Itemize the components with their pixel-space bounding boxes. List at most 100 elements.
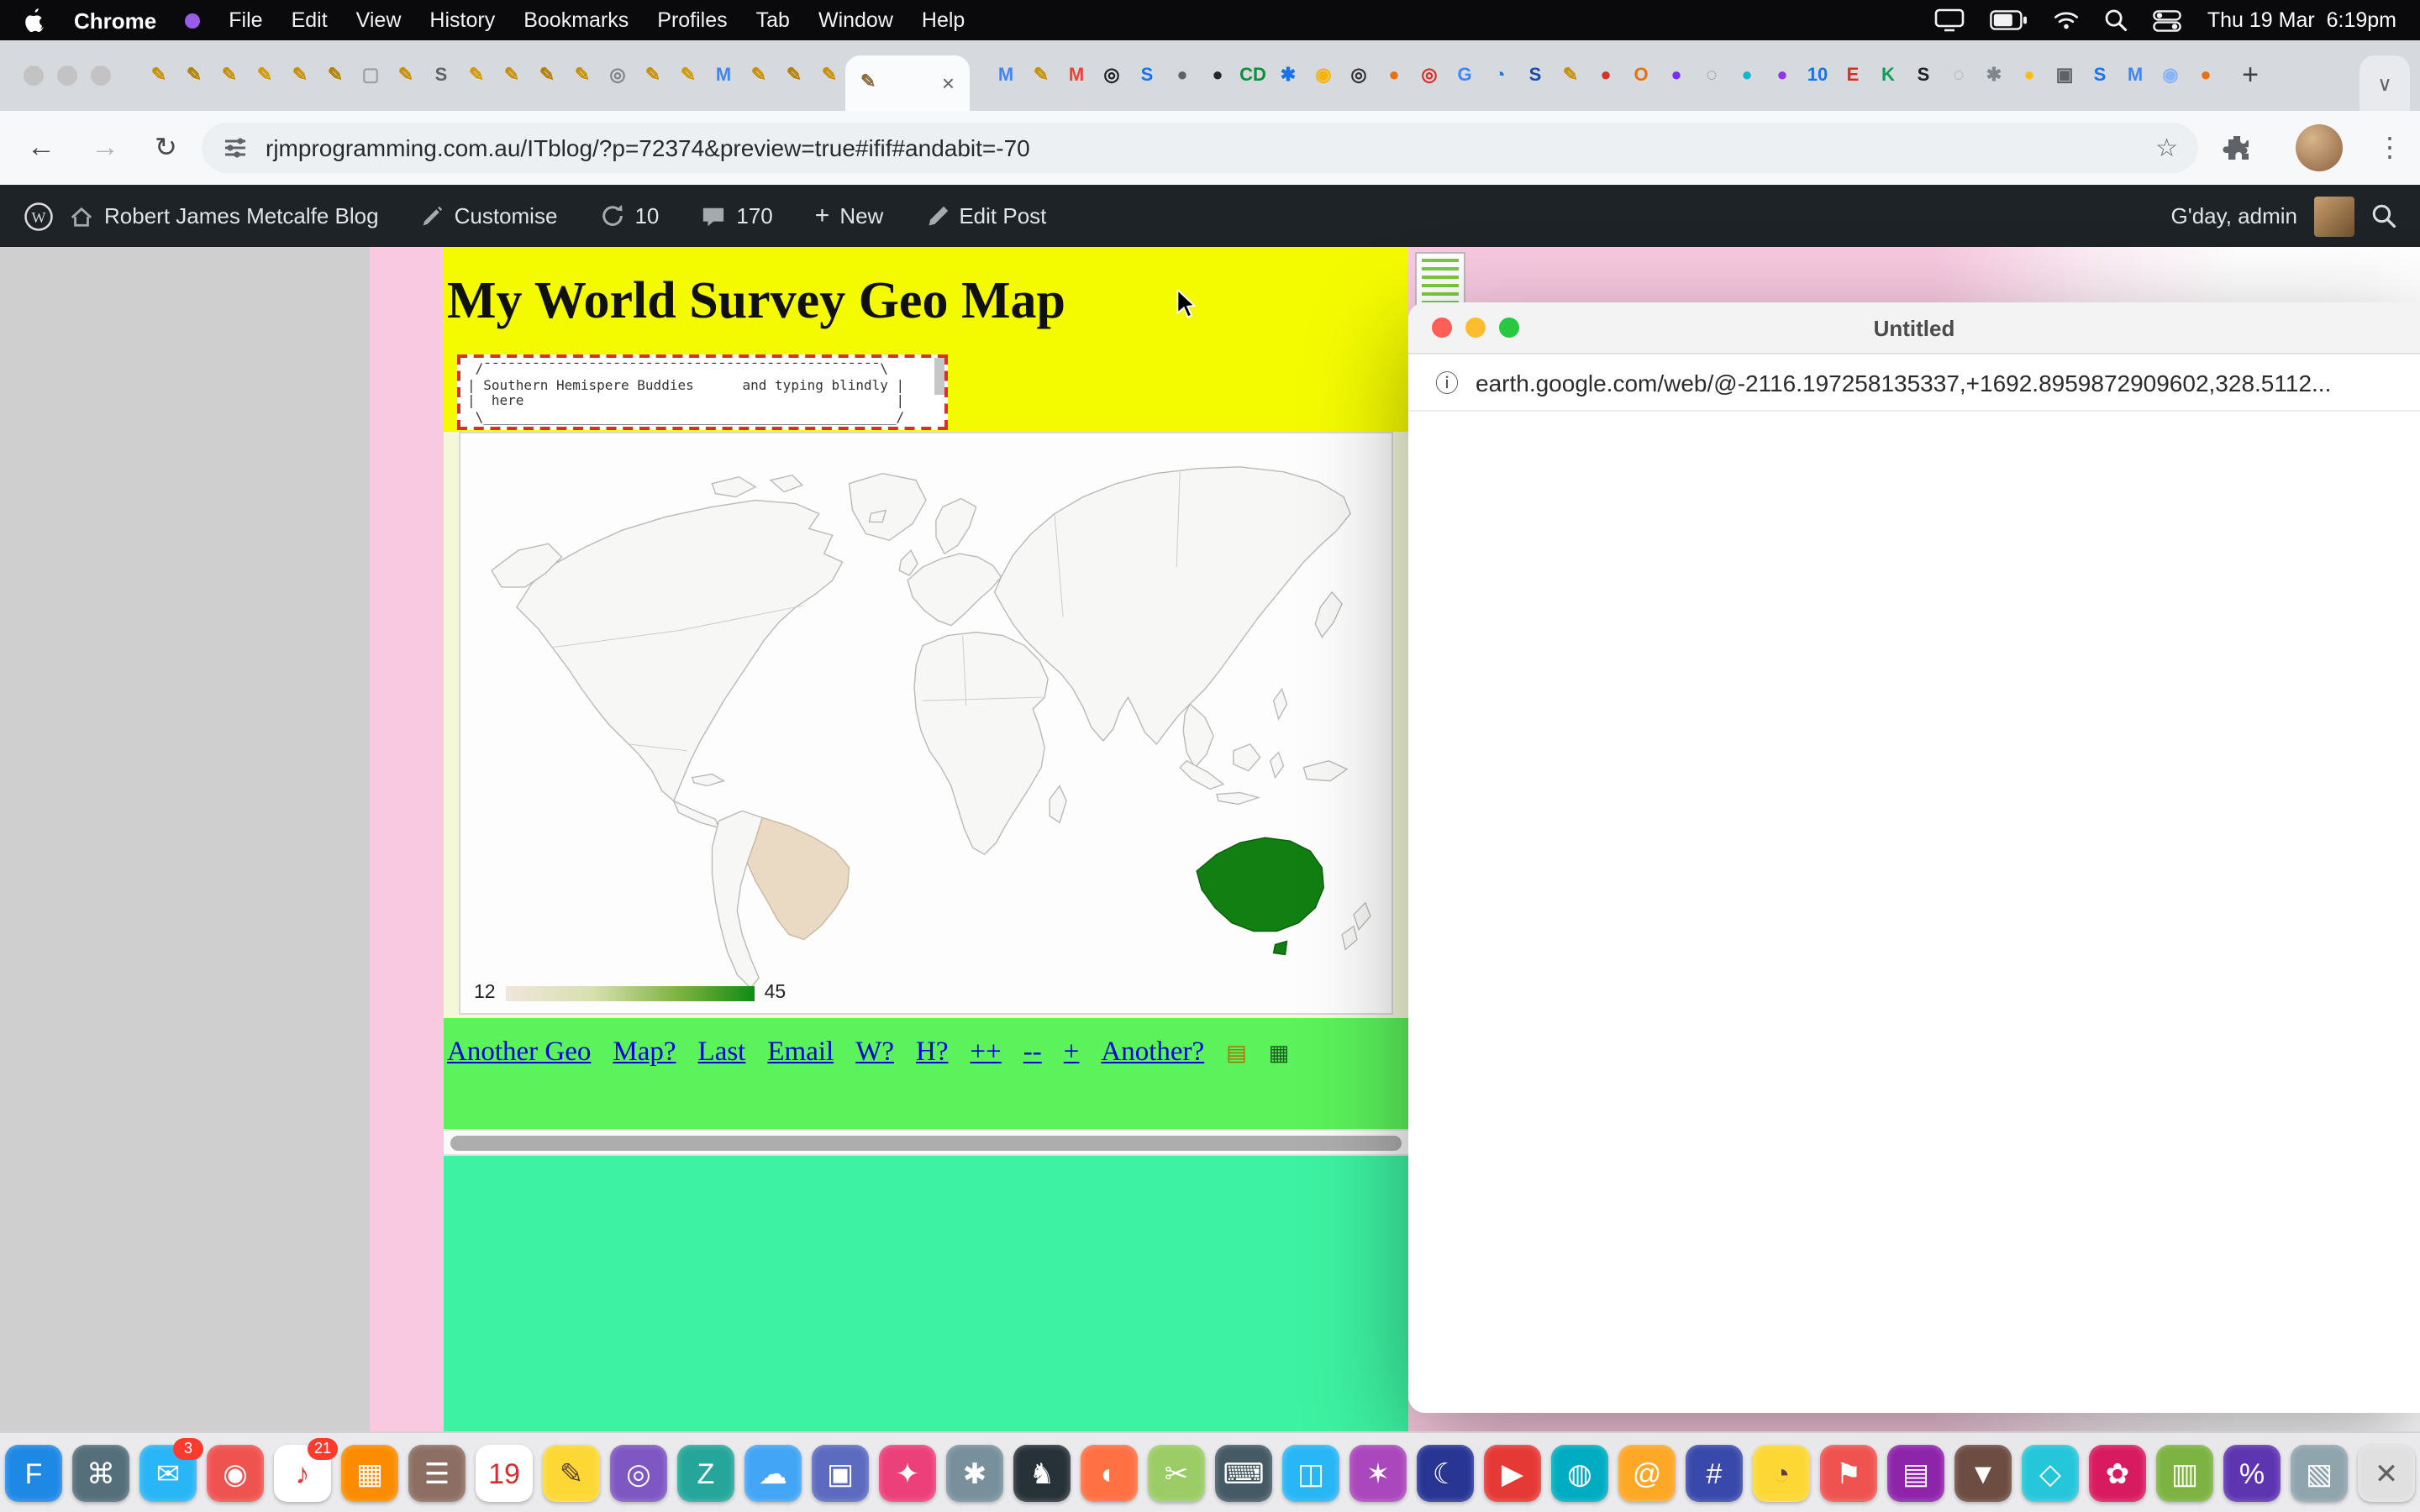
dock-icon[interactable]: ◎	[610, 1445, 667, 1502]
browser-tab[interactable]: M	[988, 40, 1023, 111]
browser-tab[interactable]: S	[2082, 40, 2118, 111]
browser-tab[interactable]: ✎	[776, 40, 812, 111]
region-brazil[interactable]	[747, 817, 849, 939]
link-icon[interactable]: ▦	[1269, 1041, 1290, 1063]
dock-icon[interactable]: ⌘	[72, 1445, 129, 1502]
bookmark-star-icon[interactable]: ☆	[2155, 133, 2178, 163]
browser-tab[interactable]: K	[1870, 40, 1906, 111]
content-link[interactable]: Email	[767, 1035, 834, 1068]
wp-new-link[interactable]: + New	[815, 202, 884, 230]
browser-tab[interactable]: S	[1518, 40, 1553, 111]
region-africa[interactable]	[914, 633, 1048, 854]
wp-search-icon[interactable]	[2371, 203, 2396, 228]
dock-icon[interactable]: ✦	[879, 1445, 936, 1502]
display-icon[interactable]	[1935, 8, 1965, 32]
region-australia[interactable]	[1197, 837, 1323, 931]
browser-tab[interactable]: ✎	[318, 40, 353, 111]
window-minimize-button[interactable]	[57, 66, 77, 86]
browser-tab[interactable]: ◔	[1482, 40, 1518, 111]
browser-tab[interactable]: M	[1059, 40, 1094, 111]
browser-tab[interactable]: ●	[2012, 40, 2047, 111]
dock-icon[interactable]: ♪ 21	[274, 1445, 331, 1502]
back-button[interactable]: ←	[27, 111, 55, 185]
browser-tab[interactable]: ✱	[1270, 40, 1306, 111]
browser-tab[interactable]: ●	[1200, 40, 1235, 111]
dock-icon[interactable]: ◇	[2022, 1445, 2079, 1502]
site-info-icon[interactable]	[222, 134, 249, 161]
dock-icon[interactable]: ▼	[1954, 1445, 2012, 1502]
wp-customise-link[interactable]: Customise	[421, 203, 558, 228]
browser-tab[interactable]: ✎	[247, 40, 282, 111]
browser-tab[interactable]: ◌	[1941, 40, 1976, 111]
dock-icon[interactable]: ✕	[2358, 1445, 2415, 1502]
browser-tab[interactable]: ●	[1588, 40, 1623, 111]
active-tab[interactable]: ✎ ×	[845, 55, 970, 111]
dock-icon[interactable]: ◫	[1282, 1445, 1339, 1502]
browser-tab[interactable]: ✎	[176, 40, 212, 111]
browser-tab[interactable]: ●	[2188, 40, 2223, 111]
dock-icon[interactable]: ◍	[1551, 1445, 1608, 1502]
region-europe[interactable]	[908, 554, 1001, 626]
content-link[interactable]: W?	[855, 1035, 894, 1068]
address-bar[interactable]: rjmprogramming.com.au/ITblog/?p=72374&pr…	[202, 123, 2198, 173]
wp-site-name[interactable]: Robert James Metcalfe Blog	[69, 203, 379, 228]
dock-icon[interactable]: ▥	[2156, 1445, 2213, 1502]
untitled-window-urlbar[interactable]: ⓘ earth.google.com/web/@-2116.1972581353…	[1408, 354, 2420, 412]
window-close-button[interactable]	[1432, 318, 1452, 338]
browser-tab[interactable]: ◎	[600, 40, 635, 111]
browser-tab[interactable]: ✎	[741, 40, 776, 111]
dock-icon[interactable]: ✂	[1148, 1445, 1205, 1502]
browser-tab[interactable]: ✎	[212, 40, 247, 111]
dock-icon[interactable]: ▦	[341, 1445, 398, 1502]
menubar-menu[interactable]: Profiles	[657, 8, 727, 32]
menubar-app-name[interactable]: Chrome	[74, 8, 156, 33]
browser-tab[interactable]: ✎	[529, 40, 565, 111]
admin-avatar[interactable]	[2314, 196, 2354, 236]
browser-tab[interactable]: ●	[1376, 40, 1412, 111]
browser-tab[interactable]: 10	[1800, 40, 1835, 111]
menubar-menu[interactable]: Help	[922, 8, 965, 32]
region-greenland[interactable]	[850, 474, 926, 541]
content-link[interactable]: Map?	[613, 1035, 676, 1068]
dock-icon[interactable]: ◉	[207, 1445, 264, 1502]
new-tab-button[interactable]: +	[2232, 40, 2269, 111]
dock-icon[interactable]: Z	[677, 1445, 734, 1502]
dock-icon[interactable]: #	[1686, 1445, 1743, 1502]
horizontal-scrollbar-track[interactable]	[444, 1129, 1408, 1156]
untitled-window-url[interactable]: earth.google.com/web/@-2116.197258135337…	[1476, 369, 2331, 396]
browser-tab[interactable]: O	[1623, 40, 1659, 111]
dock-icon[interactable]: ☾	[1417, 1445, 1474, 1502]
spotlight-search-icon[interactable]	[2105, 8, 2128, 32]
url-text[interactable]: rjmprogramming.com.au/ITblog/?p=72374&pr…	[266, 134, 1030, 161]
browser-tab[interactable]: ◉	[2153, 40, 2188, 111]
menubar-menu[interactable]: View	[356, 8, 402, 32]
tab-search-chevron-icon[interactable]: ∨	[2360, 55, 2410, 111]
reload-button[interactable]: ↻	[155, 111, 177, 185]
world-map-svg[interactable]	[460, 433, 1392, 1013]
chrome-menu-icon[interactable]: ⋮	[2376, 111, 2403, 185]
link-icon[interactable]: ▤	[1226, 1041, 1247, 1063]
info-icon[interactable]: ⓘ	[1435, 365, 1459, 399]
window-zoom-button[interactable]	[1499, 318, 1519, 338]
browser-tab[interactable]: ◎	[1094, 40, 1129, 111]
window-minimize-button[interactable]	[1465, 318, 1486, 338]
browser-tab[interactable]: ◉	[1306, 40, 1341, 111]
browser-tab[interactable]: E	[1835, 40, 1870, 111]
region-north-america[interactable]	[517, 501, 843, 801]
menubar-menu[interactable]: Edit	[292, 8, 328, 32]
tab-close-icon[interactable]: ×	[942, 71, 955, 96]
browser-tab[interactable]: ✎	[671, 40, 706, 111]
content-link[interactable]: Last	[698, 1035, 746, 1068]
browser-tab[interactable]: ▢	[353, 40, 388, 111]
dock-icon[interactable]: ▤	[1887, 1445, 1944, 1502]
region-south-america[interactable]	[712, 811, 762, 988]
window-zoom-button[interactable]	[91, 66, 111, 86]
browser-tab[interactable]: ◎	[1412, 40, 1447, 111]
dock-icon[interactable]: ✶	[1349, 1445, 1407, 1502]
wifi-icon[interactable]	[2054, 10, 2080, 30]
browser-tab[interactable]: ●	[1765, 40, 1800, 111]
dock-icon[interactable]: ♞	[1013, 1445, 1071, 1502]
content-link[interactable]: Another?	[1101, 1035, 1204, 1068]
browser-tab[interactable]: ✎	[494, 40, 529, 111]
dock-icon[interactable]: ▧	[2291, 1445, 2348, 1502]
